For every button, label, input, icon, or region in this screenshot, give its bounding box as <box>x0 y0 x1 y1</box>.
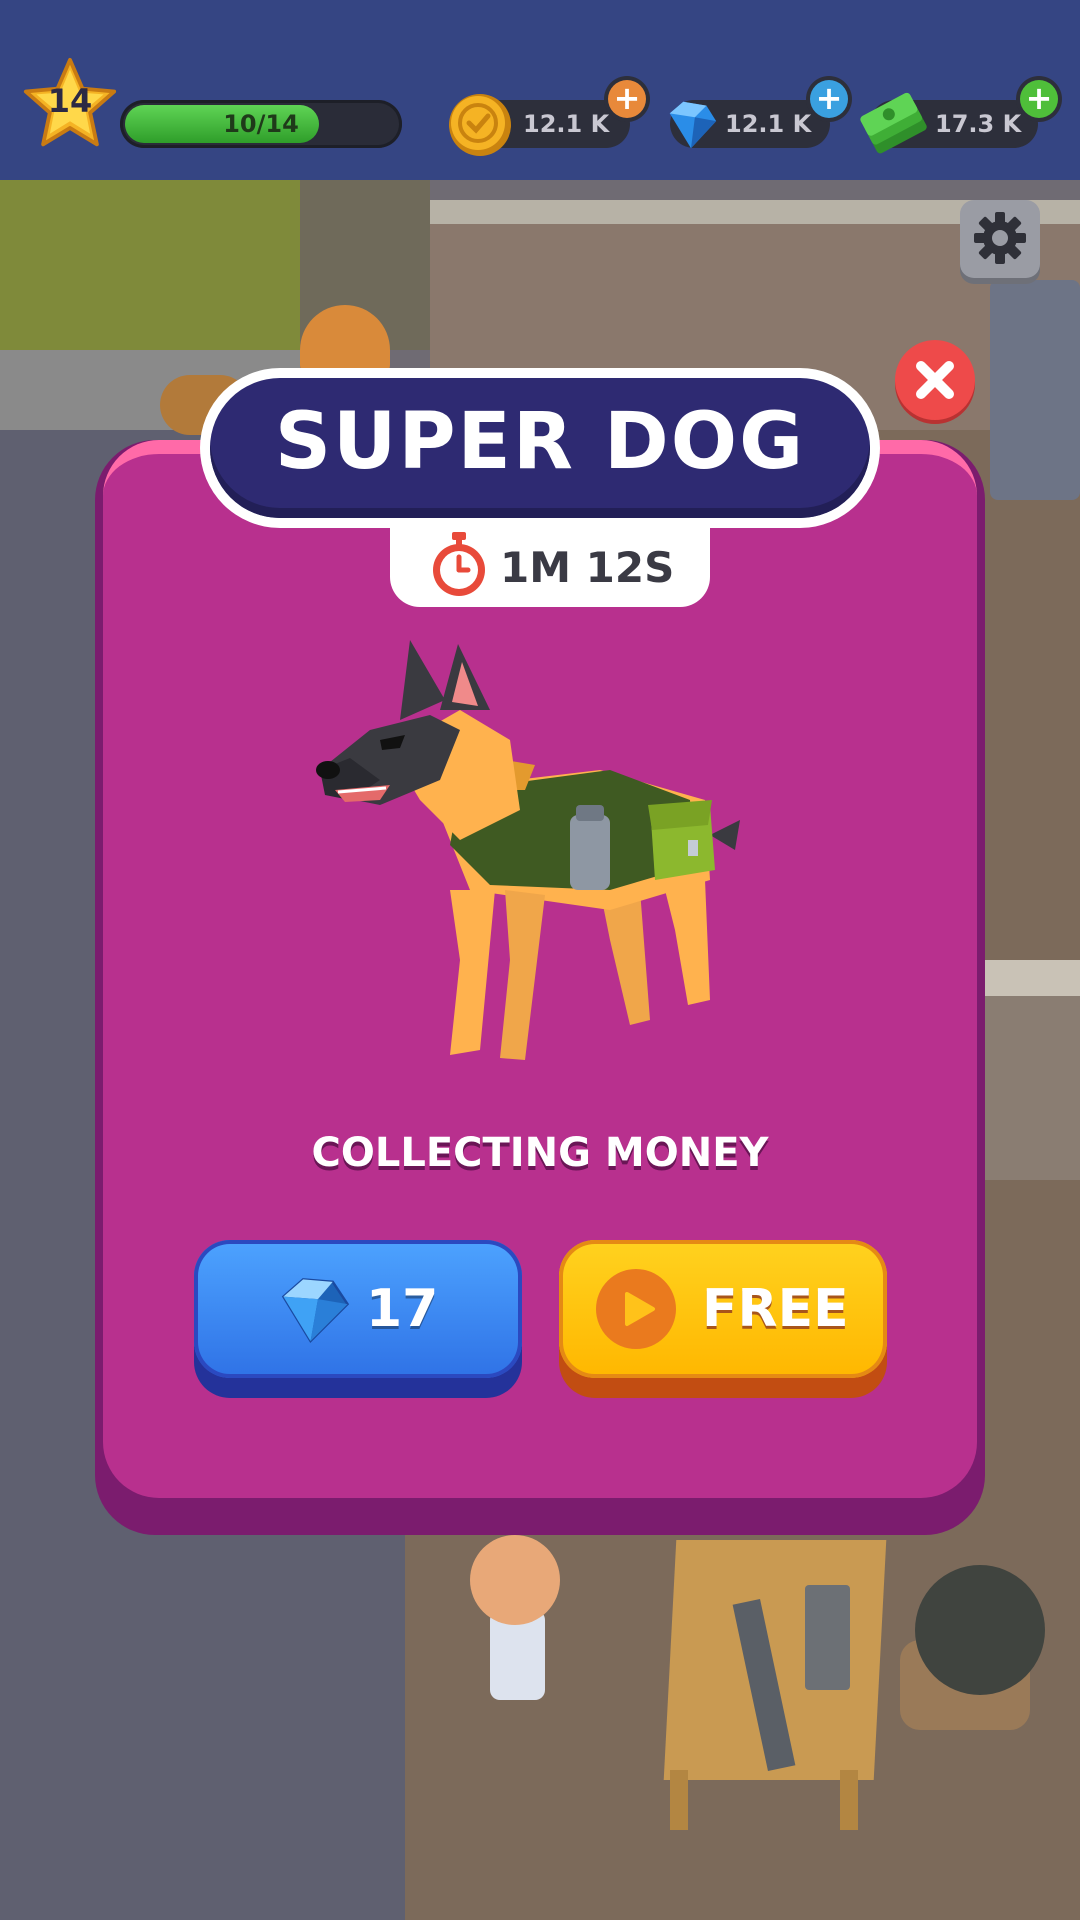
watch-ad-free-button-face: FREE <box>559 1240 887 1378</box>
add-coins-button[interactable]: + <box>608 80 646 118</box>
add-gems-button[interactable]: + <box>810 80 848 118</box>
play-video-icon <box>596 1269 676 1349</box>
super-dog-illustration <box>316 640 740 1060</box>
gems-amount: 12.1 K <box>725 110 812 138</box>
cash-amount: 17.3 K <box>935 110 1022 138</box>
settings-button[interactable] <box>960 200 1040 278</box>
gem-icon <box>281 1278 350 1344</box>
background-character <box>915 1565 1045 1695</box>
gems-price-label: 17 <box>366 1279 439 1339</box>
background-keyboard <box>805 1585 850 1690</box>
background-counter-top <box>985 960 1080 996</box>
background-desk-leg <box>670 1770 688 1830</box>
xp-progress-bar: 10/14 <box>120 100 402 148</box>
background-character <box>470 1535 560 1625</box>
close-button[interactable] <box>895 340 975 420</box>
plus-icon: + <box>815 79 843 117</box>
cash-icon <box>860 92 927 154</box>
stopwatch-icon <box>433 532 485 596</box>
add-cash-button[interactable]: + <box>1020 80 1058 118</box>
timer-text: 1M 12S <box>500 543 675 592</box>
plus-icon: + <box>613 79 641 117</box>
watch-ad-free-button[interactable]: FREE <box>559 1240 887 1398</box>
coins-amount: 12.1 K <box>523 110 610 138</box>
coin-icon <box>449 94 511 156</box>
background-desk-leg <box>840 1770 858 1830</box>
free-label: FREE <box>702 1279 849 1339</box>
background-locker <box>990 280 1080 500</box>
gear-icon <box>974 212 1026 264</box>
ability-description: COLLECTING MONEY <box>311 1130 769 1176</box>
background-grass <box>0 180 300 350</box>
modal-title: SUPER DOG <box>274 397 806 487</box>
buy-with-gems-button[interactable]: 17 <box>194 1240 522 1398</box>
plus-icon: + <box>1025 79 1053 117</box>
buy-with-gems-button-face: 17 <box>194 1240 522 1378</box>
gem-icon <box>669 101 717 149</box>
close-icon <box>916 361 954 399</box>
player-level: 14 <box>47 82 93 120</box>
xp-progress-text: 10/14 <box>223 110 299 138</box>
